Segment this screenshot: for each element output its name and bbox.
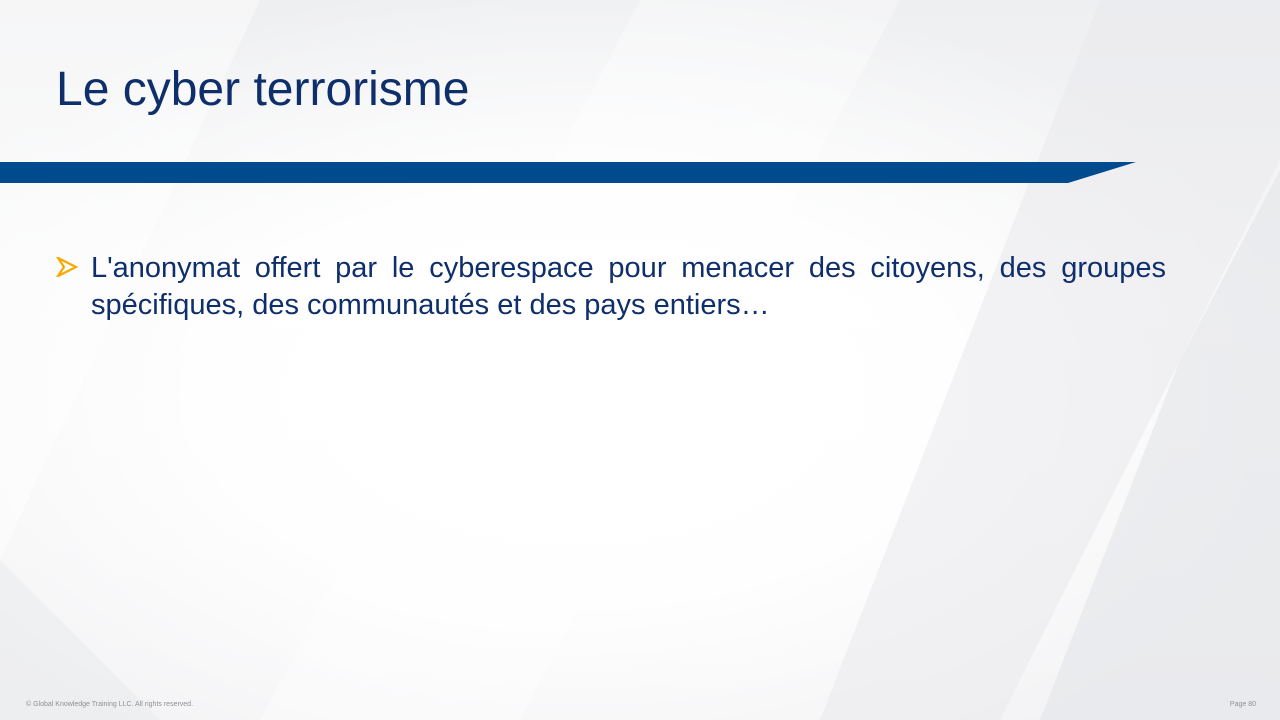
footer-page-number: Page 80 <box>1229 701 1256 708</box>
footer-copyright: © Global Knowledge Training LLC. All rig… <box>26 701 194 708</box>
slide-content: L'anonymat offert par le cyberespace pou… <box>56 250 1166 324</box>
slide-title: Le cyber terrorisme <box>56 63 470 116</box>
bullet-item: L'anonymat offert par le cyberespace pou… <box>56 250 1166 324</box>
arrow-bullet-icon <box>56 257 78 277</box>
bullet-text: L'anonymat offert par le cyberespace pou… <box>91 252 1166 321</box>
title-accent-band <box>0 162 1136 183</box>
